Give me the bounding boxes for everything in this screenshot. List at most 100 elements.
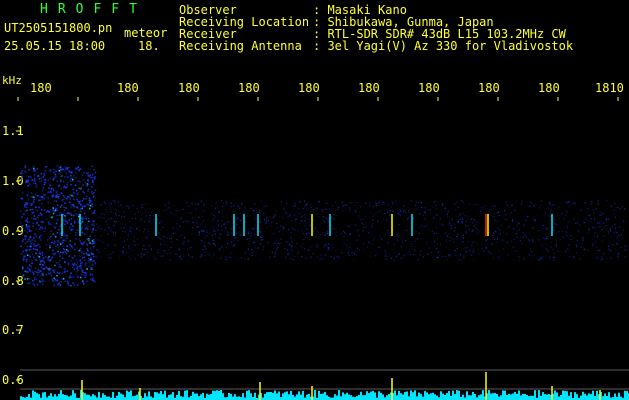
noise-pixel bbox=[204, 246, 206, 248]
noise-pixel bbox=[230, 252, 232, 254]
power-bar bbox=[58, 393, 60, 400]
noise-pixel bbox=[435, 208, 437, 210]
noise-pixel bbox=[447, 235, 449, 237]
power-bar bbox=[420, 393, 422, 400]
noise-pixel bbox=[592, 243, 594, 245]
noise-pixel bbox=[620, 234, 622, 236]
noise-pixel bbox=[590, 203, 592, 205]
noise-pixel bbox=[587, 207, 589, 210]
noise-pixel bbox=[191, 202, 193, 205]
power-bar bbox=[426, 392, 428, 400]
noise-pixel bbox=[303, 208, 305, 210]
noise-pixel bbox=[225, 247, 227, 249]
noise-pixel bbox=[624, 256, 626, 258]
noise-pixel bbox=[546, 248, 548, 250]
noise-pixel bbox=[32, 165, 35, 168]
noise-pixel bbox=[491, 235, 493, 237]
power-bar bbox=[88, 394, 90, 400]
noise-pixel bbox=[537, 230, 539, 232]
noise-pixel bbox=[203, 204, 205, 206]
noise-pixel bbox=[291, 241, 293, 243]
noise-pixel bbox=[375, 255, 377, 257]
power-bar bbox=[164, 390, 166, 400]
noise-pixel bbox=[96, 223, 98, 225]
noise-pixel bbox=[150, 248, 152, 250]
noise-pixel bbox=[42, 193, 45, 196]
noise-pixel bbox=[91, 203, 93, 205]
noise-pixel bbox=[49, 190, 52, 193]
noise-pixel bbox=[85, 198, 87, 200]
noise-pixel bbox=[298, 212, 300, 214]
noise-pixel bbox=[201, 215, 203, 217]
noise-pixel bbox=[336, 256, 338, 258]
noise-pixel bbox=[568, 244, 570, 246]
noise-pixel bbox=[201, 240, 203, 242]
noise-pixel bbox=[393, 243, 395, 245]
noise-pixel bbox=[70, 175, 72, 177]
noise-pixel bbox=[85, 275, 87, 277]
power-bar bbox=[402, 394, 404, 400]
noise-pixel bbox=[318, 216, 320, 218]
noise-pixel bbox=[296, 218, 298, 220]
noise-pixel bbox=[49, 169, 52, 171]
noise-pixel bbox=[398, 234, 400, 236]
noise-pixel bbox=[90, 258, 92, 261]
noise-pixel bbox=[459, 243, 461, 245]
noise-pixel bbox=[313, 209, 315, 211]
noise-pixel bbox=[63, 185, 66, 188]
noise-pixel bbox=[610, 230, 612, 232]
noise-pixel bbox=[65, 198, 68, 200]
power-bar bbox=[482, 390, 484, 400]
noise-pixel bbox=[447, 254, 449, 256]
noise-pixel bbox=[306, 250, 308, 252]
noise-pixel bbox=[263, 206, 265, 208]
noise-pixel bbox=[74, 206, 76, 208]
noise-pixel bbox=[233, 247, 236, 249]
noise-pixel bbox=[331, 244, 333, 246]
noise-pixel bbox=[103, 201, 105, 203]
noise-pixel bbox=[164, 240, 166, 242]
noise-pixel bbox=[225, 256, 227, 258]
noise-pixel bbox=[613, 231, 615, 233]
noise-pixel bbox=[62, 213, 65, 216]
spectrogram-plot bbox=[16, 97, 629, 400]
noise-pixel bbox=[300, 212, 302, 214]
noise-pixel bbox=[590, 218, 592, 220]
noise-pixel bbox=[576, 246, 578, 248]
noise-pixel bbox=[522, 232, 524, 234]
noise-pixel bbox=[83, 171, 85, 174]
noise-pixel bbox=[66, 185, 68, 188]
noise-pixel bbox=[539, 259, 541, 261]
noise-pixel bbox=[159, 229, 161, 231]
noise-pixel bbox=[29, 209, 32, 211]
noise-pixel bbox=[287, 228, 289, 230]
noise-pixel bbox=[268, 220, 270, 222]
noise-pixel bbox=[451, 238, 453, 240]
noise-pixel bbox=[56, 279, 58, 282]
noise-pixel bbox=[77, 213, 80, 216]
noise-pixel bbox=[325, 208, 327, 210]
power-bar bbox=[560, 395, 562, 400]
power-bar bbox=[530, 395, 532, 400]
noise-pixel bbox=[504, 209, 506, 211]
noise-pixel bbox=[341, 252, 343, 254]
noise-pixel bbox=[386, 211, 388, 213]
noise-pixel bbox=[24, 235, 26, 237]
noise-pixel bbox=[32, 182, 35, 184]
noise-pixel bbox=[264, 219, 266, 221]
noise-pixel bbox=[230, 235, 232, 237]
noise-pixel bbox=[34, 182, 37, 185]
noise-pixel bbox=[593, 212, 595, 214]
noise-pixel bbox=[145, 236, 147, 238]
noise-pixel bbox=[122, 246, 124, 249]
noise-pixel bbox=[86, 248, 88, 250]
noise-pixel bbox=[44, 193, 46, 196]
power-bar bbox=[104, 395, 106, 400]
noise-pixel bbox=[262, 239, 264, 241]
noise-pixel bbox=[619, 240, 621, 242]
noise-pixel bbox=[232, 211, 234, 213]
noise-pixel bbox=[266, 217, 268, 219]
power-bar bbox=[264, 393, 266, 400]
noise-pixel bbox=[99, 239, 101, 241]
noise-pixel bbox=[557, 224, 559, 226]
